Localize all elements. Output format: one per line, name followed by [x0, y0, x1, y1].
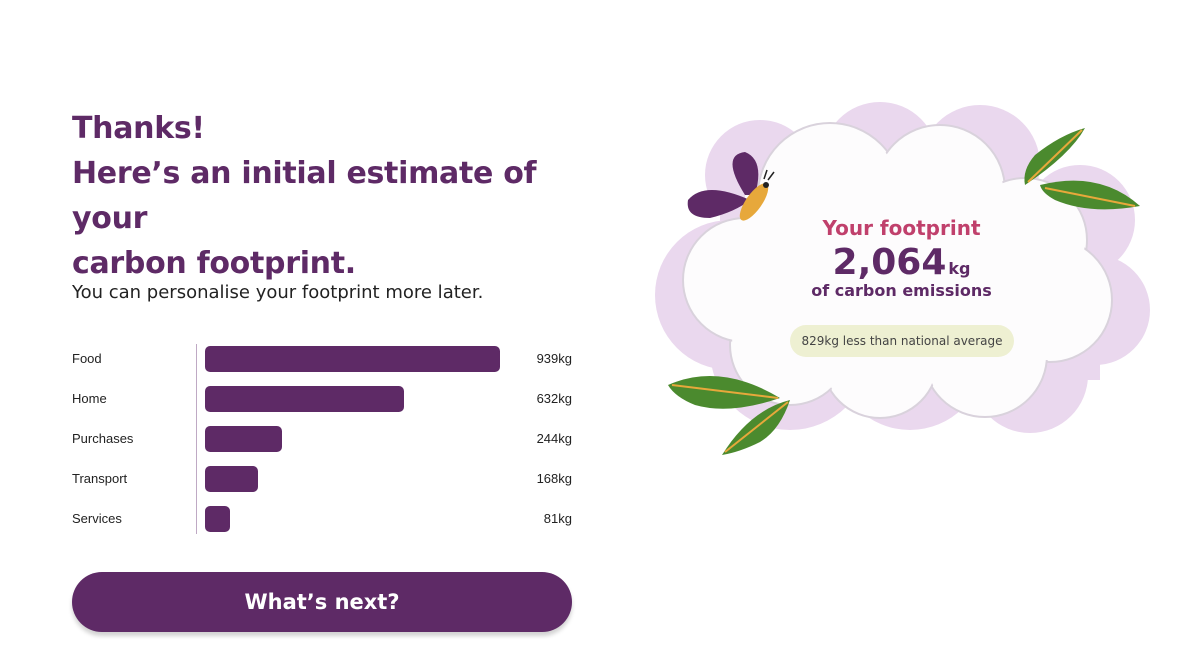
chart-value-label: 168kg [536, 471, 572, 486]
chart-bar [205, 386, 404, 412]
footprint-caption: of carbon emissions [811, 281, 992, 300]
chart-value-label: 244kg [536, 431, 572, 446]
chart-bar [205, 346, 500, 372]
chart-row: Services 81kg [72, 506, 572, 532]
chart-row: Home 632kg [72, 386, 572, 412]
page-subtitle: You can personalise your footprint more … [72, 282, 484, 303]
heading-line-3: carbon footprint. [72, 246, 356, 281]
chart-bar [205, 466, 258, 492]
footprint-illustration: Your footprint 2,064 kg of carbon emissio… [650, 100, 1160, 470]
whats-next-button[interactable]: What’s next? [72, 572, 572, 632]
national-average-badge: 829kg less than national average [790, 325, 1014, 357]
footprint-card: Your footprint 2,064 kg of carbon emissio… [780, 216, 1023, 300]
chart-value-label: 632kg [536, 391, 572, 406]
chart-category-label: Services [72, 511, 122, 526]
footprint-title: Your footprint [822, 216, 981, 240]
chart-value-label: 81kg [543, 511, 572, 526]
chart-row: Food 939kg [72, 346, 572, 372]
chart-category-label: Home [72, 391, 107, 406]
footprint-value-row: 2,064 kg [780, 242, 1023, 283]
chart-value-label: 939kg [536, 351, 572, 366]
chart-category-label: Transport [72, 471, 128, 486]
heading-line-1: Thanks! [72, 111, 205, 146]
footprint-unit: kg [948, 259, 971, 278]
chart-bar [205, 426, 282, 452]
chart-row: Transport 168kg [72, 466, 572, 492]
chart-bar [205, 506, 230, 532]
chart-row: Purchases 244kg [72, 426, 572, 452]
page-heading: Thanks! Here’s an initial estimate of yo… [72, 106, 612, 286]
footprint-value: 2,064 [832, 242, 947, 283]
emissions-bar-chart: Food 939kg Home 632kg Purchases 244kg Transpor… [72, 344, 572, 534]
chart-category-label: Purchases [72, 431, 134, 446]
heading-line-2: Here’s an initial estimate of your [72, 156, 537, 236]
chart-category-label: Food [72, 351, 102, 366]
